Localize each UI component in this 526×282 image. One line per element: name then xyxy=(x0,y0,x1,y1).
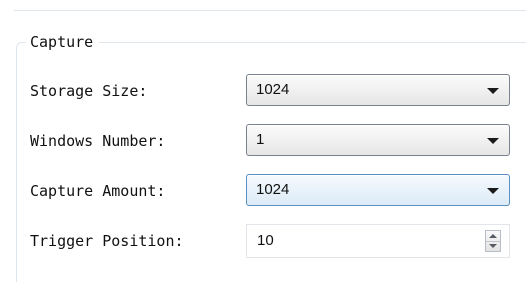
chevron-down-icon[interactable] xyxy=(487,138,499,144)
windows-number-row: Windows Number: 1 xyxy=(0,124,526,158)
windows-number-dropdown[interactable]: 1 xyxy=(246,124,510,156)
spin-down-button[interactable] xyxy=(486,241,500,251)
windows-number-label: Windows Number: xyxy=(30,132,166,150)
capture-amount-dropdown[interactable]: 1024 xyxy=(246,174,510,206)
trigger-position-spinbox[interactable]: 10 xyxy=(246,224,510,258)
capture-amount-row: Capture Amount: 1024 xyxy=(0,174,526,208)
spin-up-icon xyxy=(489,234,497,238)
spin-down-icon xyxy=(489,244,497,248)
storage-size-row: Storage Size: 1024 xyxy=(0,74,526,108)
storage-size-dropdown[interactable]: 1024 xyxy=(246,74,510,106)
top-divider xyxy=(14,10,526,11)
storage-size-value: 1024 xyxy=(256,81,290,98)
trigger-position-value: 10 xyxy=(257,232,274,249)
chevron-down-icon[interactable] xyxy=(487,88,499,94)
trigger-position-row: Trigger Position: 10 xyxy=(0,224,526,258)
windows-number-value: 1 xyxy=(256,131,265,148)
capture-amount-value: 1024 xyxy=(256,181,290,198)
storage-size-label: Storage Size: xyxy=(30,82,148,100)
capture-group-title: Capture xyxy=(26,32,100,52)
chevron-down-icon[interactable] xyxy=(487,188,499,194)
capture-amount-label: Capture Amount: xyxy=(30,182,166,200)
spin-buttons xyxy=(485,230,501,252)
trigger-position-label: Trigger Position: xyxy=(30,232,184,250)
